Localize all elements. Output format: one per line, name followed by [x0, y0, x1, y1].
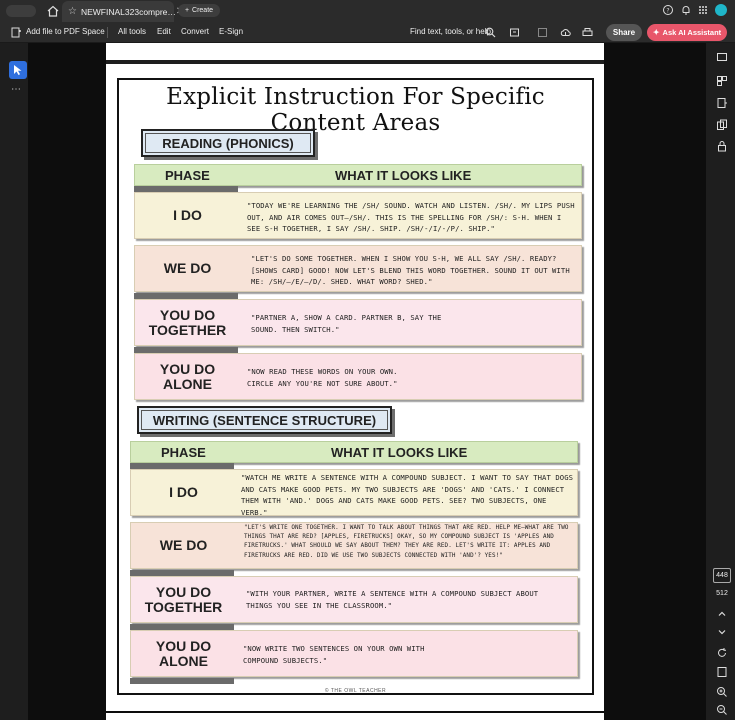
main-toolbar: Add file to PDF Space All tools Edit Con…	[0, 22, 735, 43]
phase-cell: YOU DO TOGETHER	[144, 583, 223, 615]
table-row: YOU DO TOGETHER "Partner A, show a card.…	[134, 299, 582, 346]
window-pill[interactable]	[6, 5, 36, 17]
search-icon[interactable]	[485, 27, 496, 38]
phase-cell: WE DO	[159, 537, 208, 553]
more-tools-icon[interactable]: ⋯	[11, 84, 21, 95]
phase-cell: I DO	[173, 207, 202, 223]
sparkle-icon: ✦	[652, 28, 660, 37]
document-tab[interactable]: ☆ NEWFINAL323compre… ✕	[62, 1, 184, 22]
select-tool-button[interactable]	[9, 61, 27, 79]
copyright-note: © THE OWL TEACHER	[324, 688, 387, 694]
refresh-icon[interactable]	[716, 647, 728, 659]
convert-button[interactable]: Convert	[181, 27, 209, 36]
section-label-writing: WRITING (SENTENCE STRUCTURE)	[137, 406, 392, 434]
avatar[interactable]	[715, 4, 727, 16]
save-icon[interactable]	[537, 27, 548, 38]
table-row: YOU DO ALONE "Now read these words on yo…	[134, 353, 582, 400]
description-cell: "Now write two sentences on your own wit…	[243, 644, 425, 665]
zoom-out-icon[interactable]	[716, 704, 728, 716]
phase-cell: I DO	[169, 484, 198, 500]
organize-pages-icon[interactable]	[716, 75, 728, 87]
table-row: WE DO "Let's do some together. When I sh…	[134, 245, 582, 292]
description-cell: "Partner A, show a card. Partner B, say …	[251, 313, 442, 334]
chevron-down-icon[interactable]	[716, 626, 728, 638]
ai-tools-icon[interactable]	[509, 27, 520, 38]
comment-icon[interactable]	[716, 52, 728, 64]
col-what: WHAT IT LOOKS LIKE	[331, 445, 468, 460]
row-tab	[130, 678, 234, 684]
table-row: YOU DO TOGETHER "With your partner, writ…	[130, 576, 578, 623]
col-what: WHAT IT LOOKS LIKE	[335, 168, 472, 183]
table-row: I DO "Today we're learning the /sh/ soun…	[134, 192, 582, 239]
home-icon[interactable]	[46, 4, 60, 18]
help-icon[interactable]: ?	[662, 4, 674, 16]
description-cell: "Now read these words on your own. Circl…	[247, 367, 398, 388]
copy-icon[interactable]	[716, 119, 728, 131]
page-count-label: 512	[716, 590, 728, 597]
star-icon[interactable]: ☆	[68, 6, 77, 17]
share-button[interactable]: Share	[606, 24, 642, 41]
edit-button[interactable]: Edit	[157, 27, 171, 36]
description-cell: "With your partner, write a sentence wit…	[246, 589, 539, 610]
divider	[107, 27, 108, 38]
find-input[interactable]: Find text, tools, or help	[410, 27, 491, 36]
page-break	[106, 60, 604, 64]
bell-icon[interactable]	[680, 4, 692, 16]
document-tab-title: NEWFINAL323compre…	[80, 6, 176, 17]
esign-button[interactable]: E-Sign	[219, 27, 243, 36]
export-icon[interactable]	[716, 97, 728, 109]
page-number-input[interactable]: 448	[713, 568, 731, 583]
svg-text:?: ?	[666, 7, 669, 14]
table-row: WE DO "Let's write one together. I want …	[130, 522, 578, 569]
cursor-arrow-icon	[14, 65, 22, 75]
next-page-edge	[106, 713, 604, 720]
description-cell: "Let's write one together. I want to tal…	[244, 525, 569, 559]
create-label: Create	[192, 7, 214, 14]
print-icon[interactable]	[582, 27, 593, 38]
add-file-icon[interactable]	[11, 27, 22, 38]
section-label-text: READING (PHONICS)	[145, 133, 311, 153]
lock-icon[interactable]	[716, 140, 728, 152]
tab-bar: ☆ NEWFINAL323compre… ✕ + Create ?	[0, 0, 735, 22]
table-header: PHASE WHAT IT LOOKS LIKE	[130, 441, 578, 463]
chevron-up-icon[interactable]	[716, 608, 728, 620]
description-cell: "Today we're learning the /sh/ sound. Wa…	[247, 201, 575, 233]
left-rail	[0, 43, 28, 720]
section-label-text: WRITING (SENTENCE STRUCTURE)	[141, 410, 388, 430]
phase-cell: YOU DO ALONE	[159, 360, 216, 392]
phase-cell: YOU DO TOGETHER	[148, 306, 227, 338]
plus-icon: +	[184, 7, 190, 14]
create-button[interactable]: + Create	[178, 4, 220, 17]
phase-cell: YOU DO ALONE	[155, 637, 212, 669]
all-tools-button[interactable]: All tools	[118, 27, 146, 36]
col-phase: PHASE	[161, 445, 206, 460]
upload-cloud-icon[interactable]	[560, 27, 571, 38]
description-cell: "Watch me write a sentence with a compou…	[241, 473, 574, 517]
phase-cell: WE DO	[163, 260, 212, 276]
ai-assistant-button[interactable]: ✦ Ask AI Assistant	[647, 24, 727, 41]
col-phase: PHASE	[165, 168, 210, 183]
table-row: YOU DO ALONE "Now write two sentences on…	[130, 630, 578, 677]
add-file-button[interactable]: Add file to PDF Space	[26, 27, 105, 36]
table-header: PHASE WHAT IT LOOKS LIKE	[134, 164, 582, 186]
description-cell: "Let's do some together. When I show you…	[251, 254, 570, 286]
fit-page-icon[interactable]	[716, 666, 728, 678]
section-label-reading: READING (PHONICS)	[141, 129, 315, 157]
zoom-in-icon[interactable]	[716, 686, 728, 698]
table-row: I DO "Watch me write a sentence with a c…	[130, 469, 578, 517]
ai-assistant-label: Ask AI Assistant	[662, 28, 722, 37]
apps-grid-icon[interactable]	[697, 4, 709, 16]
